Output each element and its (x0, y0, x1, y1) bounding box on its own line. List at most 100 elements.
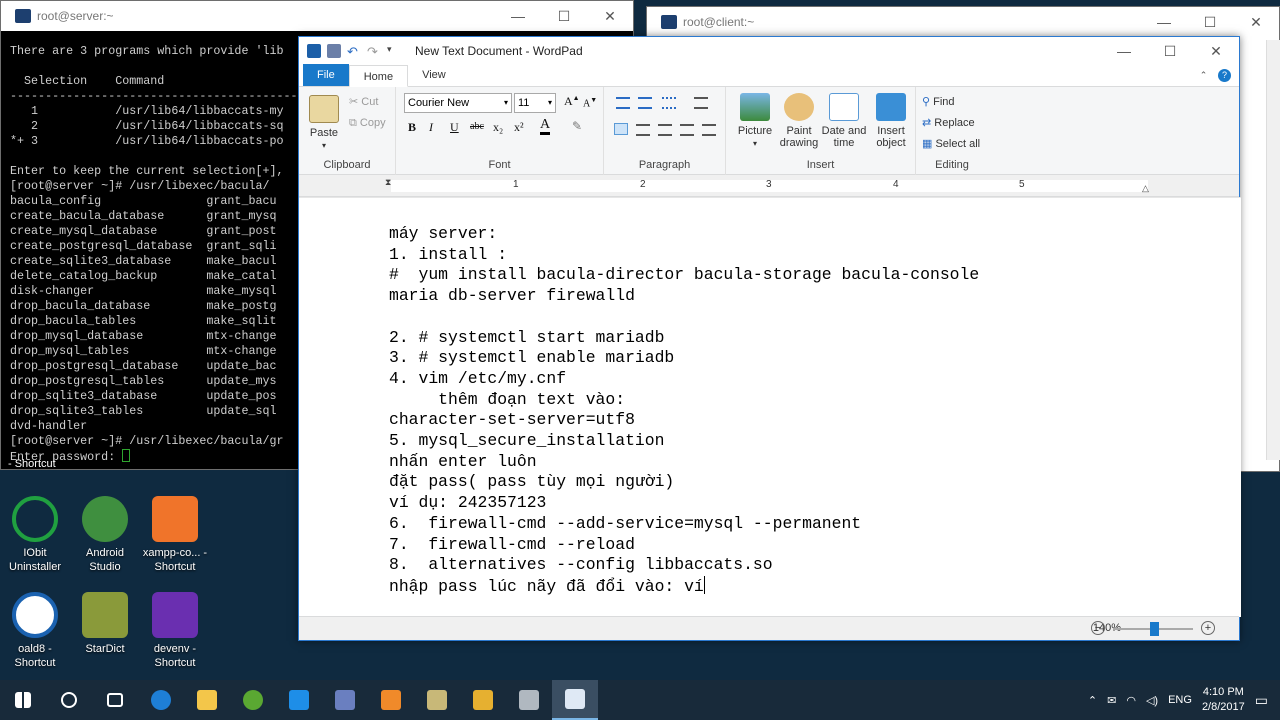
ruler[interactable]: 1 2 3 4 5 ⧗ △ (299, 175, 1239, 197)
bold-button[interactable]: B (408, 120, 416, 135)
close-icon[interactable]: ✕ (587, 8, 633, 25)
close-icon[interactable]: ✕ (1193, 43, 1239, 60)
decrease-indent-icon[interactable] (616, 97, 630, 109)
terminal-client-titlebar[interactable]: root@client:~ — ☐ ✕ (647, 7, 1279, 37)
terminal-client-title: root@client:~ (683, 15, 755, 29)
superscript-button[interactable]: x² (514, 120, 524, 135)
grow-font-icon[interactable]: A▲ (564, 94, 580, 109)
paint-drawing-button[interactable]: Paint drawing (776, 93, 822, 149)
terminal-client-scrollbar[interactable] (1266, 40, 1280, 460)
maximize-icon[interactable]: ☐ (1187, 14, 1233, 31)
italic-button[interactable]: I (429, 120, 433, 135)
save-icon[interactable] (327, 44, 341, 58)
tab-home[interactable]: Home (348, 65, 409, 87)
wordpad-window[interactable]: ↶ ↷ ▾ New Text Document - WordPad — ☐ ✕ … (298, 36, 1241, 641)
align-left-icon[interactable] (614, 123, 628, 135)
close-icon[interactable]: ✕ (1233, 14, 1279, 31)
insert-picture-button[interactable]: Picture ▾ (732, 93, 778, 150)
minimize-icon[interactable]: — (495, 8, 541, 24)
find-button[interactable]: ⚲ Find (922, 95, 955, 108)
chevron-down-icon: ▾ (503, 98, 508, 107)
highlight-color-icon[interactable]: ✎ (572, 119, 582, 134)
text-color-button[interactable]: A (540, 118, 551, 135)
putty-icon (15, 9, 31, 23)
ribbon-collapse-icon[interactable]: ⌃ (1197, 69, 1210, 82)
font-size-select[interactable]: 11 ▾ (514, 93, 556, 113)
language-indicator[interactable]: ENG (1168, 694, 1192, 706)
zoom-out-icon[interactable]: − (1091, 621, 1105, 635)
desktop-icon-xampp[interactable]: xampp-co... - Shortcut (140, 496, 210, 574)
bullet-list-icon[interactable] (662, 97, 676, 109)
line-spacing-icon[interactable] (694, 97, 708, 109)
picture-icon (740, 93, 770, 121)
green-app-icon[interactable] (230, 680, 276, 720)
align-right-icon[interactable] (658, 124, 672, 136)
terminal-server-titlebar[interactable]: root@server:~ — ☐ ✕ (1, 1, 633, 31)
font-family-select[interactable]: Courier New ▾ (404, 93, 512, 113)
volume-icon[interactable]: ◁) (1146, 694, 1158, 707)
select-all-label: Select all (935, 138, 981, 150)
redo-icon[interactable]: ↷ (367, 44, 381, 59)
clock[interactable]: 4:10 PM 2/8/2017 (1202, 685, 1245, 715)
minimize-icon[interactable]: — (1101, 43, 1147, 59)
tab-file[interactable]: File (303, 64, 349, 86)
zoom-slider-thumb[interactable] (1150, 622, 1159, 636)
wordpad-taskbar-icon[interactable] (552, 680, 598, 720)
desktop-icon-android-studio[interactable]: Android Studio (70, 496, 140, 574)
stardict-icon (82, 592, 128, 638)
right-indent-marker-icon[interactable]: △ (1142, 183, 1149, 194)
wifi-icon[interactable]: ◠ (1126, 694, 1136, 707)
desktop-icon-stardict[interactable]: StarDict (70, 592, 140, 656)
select-all-button[interactable]: ▦ Select all (922, 137, 980, 150)
wordpad-titlebar[interactable]: ↶ ↷ ▾ New Text Document - WordPad — ☐ ✕ (299, 37, 1239, 65)
cortana-icon[interactable] (46, 680, 92, 720)
app-c-icon[interactable] (506, 680, 552, 720)
paste-button[interactable]: Paste ▾ (307, 95, 341, 152)
zalo-icon[interactable] (276, 680, 322, 720)
document-text[interactable]: máy server: 1. install : # yum install b… (389, 224, 979, 598)
minimize-icon[interactable]: — (1141, 14, 1187, 30)
subscript-button[interactable]: x₂ (493, 120, 503, 135)
desktop-icon-label: IObit Uninstaller (9, 547, 61, 573)
indent-marker-icon[interactable]: ⧗ (385, 177, 391, 188)
zoom-in-icon[interactable]: + (1201, 621, 1215, 635)
action-center-icon[interactable]: ▭ (1255, 692, 1268, 709)
document-area[interactable]: máy server: 1. install : # yum install b… (299, 197, 1241, 617)
vietnamese-ime-icon[interactable]: ✉ (1107, 694, 1116, 707)
font-group: Courier New ▾ 11 ▾ A▲ A▼ B I U abc x₂ x² A… (396, 87, 604, 175)
align-center-icon[interactable] (636, 124, 650, 136)
replace-button[interactable]: ⇄ Replace (922, 116, 975, 129)
binoculars-icon: ⚲ (922, 96, 931, 108)
justify-icon[interactable] (680, 124, 694, 136)
desktop-icon-devenv[interactable]: devenv - Shortcut (140, 592, 210, 670)
editing-group-label: Editing (935, 159, 969, 171)
help-icon[interactable]: ? (1218, 69, 1231, 82)
paragraph-settings-icon[interactable] (702, 124, 716, 136)
insert-object-button[interactable]: Insert object (868, 93, 914, 149)
insert-group: Picture ▾ Paint drawing Date and time Ins… (726, 87, 916, 175)
strikethrough-button[interactable]: abc (470, 121, 484, 132)
network-app-icon[interactable] (322, 680, 368, 720)
date-time-button[interactable]: Date and time (820, 93, 868, 149)
media-app-icon[interactable] (368, 680, 414, 720)
replace-icon: ⇄ (922, 117, 932, 129)
cut-button[interactable]: ✂ Cut (349, 95, 378, 108)
edge-icon[interactable] (138, 680, 184, 720)
desktop-icon-oald8[interactable]: oald8 - Shortcut (0, 592, 70, 670)
chevron-up-icon[interactable]: ⌃ (1088, 694, 1097, 707)
app-b-icon[interactable] (460, 680, 506, 720)
task-view-icon[interactable] (92, 680, 138, 720)
windows-start-icon[interactable] (0, 680, 46, 720)
copy-button[interactable]: ⧉ Copy (349, 117, 386, 130)
app-a-icon[interactable] (414, 680, 460, 720)
file-explorer-icon[interactable] (184, 680, 230, 720)
undo-icon[interactable]: ↶ (347, 44, 361, 59)
maximize-icon[interactable]: ☐ (541, 8, 587, 25)
increase-indent-icon[interactable] (638, 97, 652, 109)
shrink-font-icon[interactable]: A▼ (583, 96, 597, 109)
maximize-icon[interactable]: ☐ (1147, 43, 1193, 60)
tab-view[interactable]: View (408, 64, 460, 86)
underline-button[interactable]: U (450, 120, 459, 135)
customize-toolbar-icon[interactable]: ▾ (387, 44, 401, 58)
desktop-icon-iobit[interactable]: IObit Uninstaller (0, 496, 70, 574)
